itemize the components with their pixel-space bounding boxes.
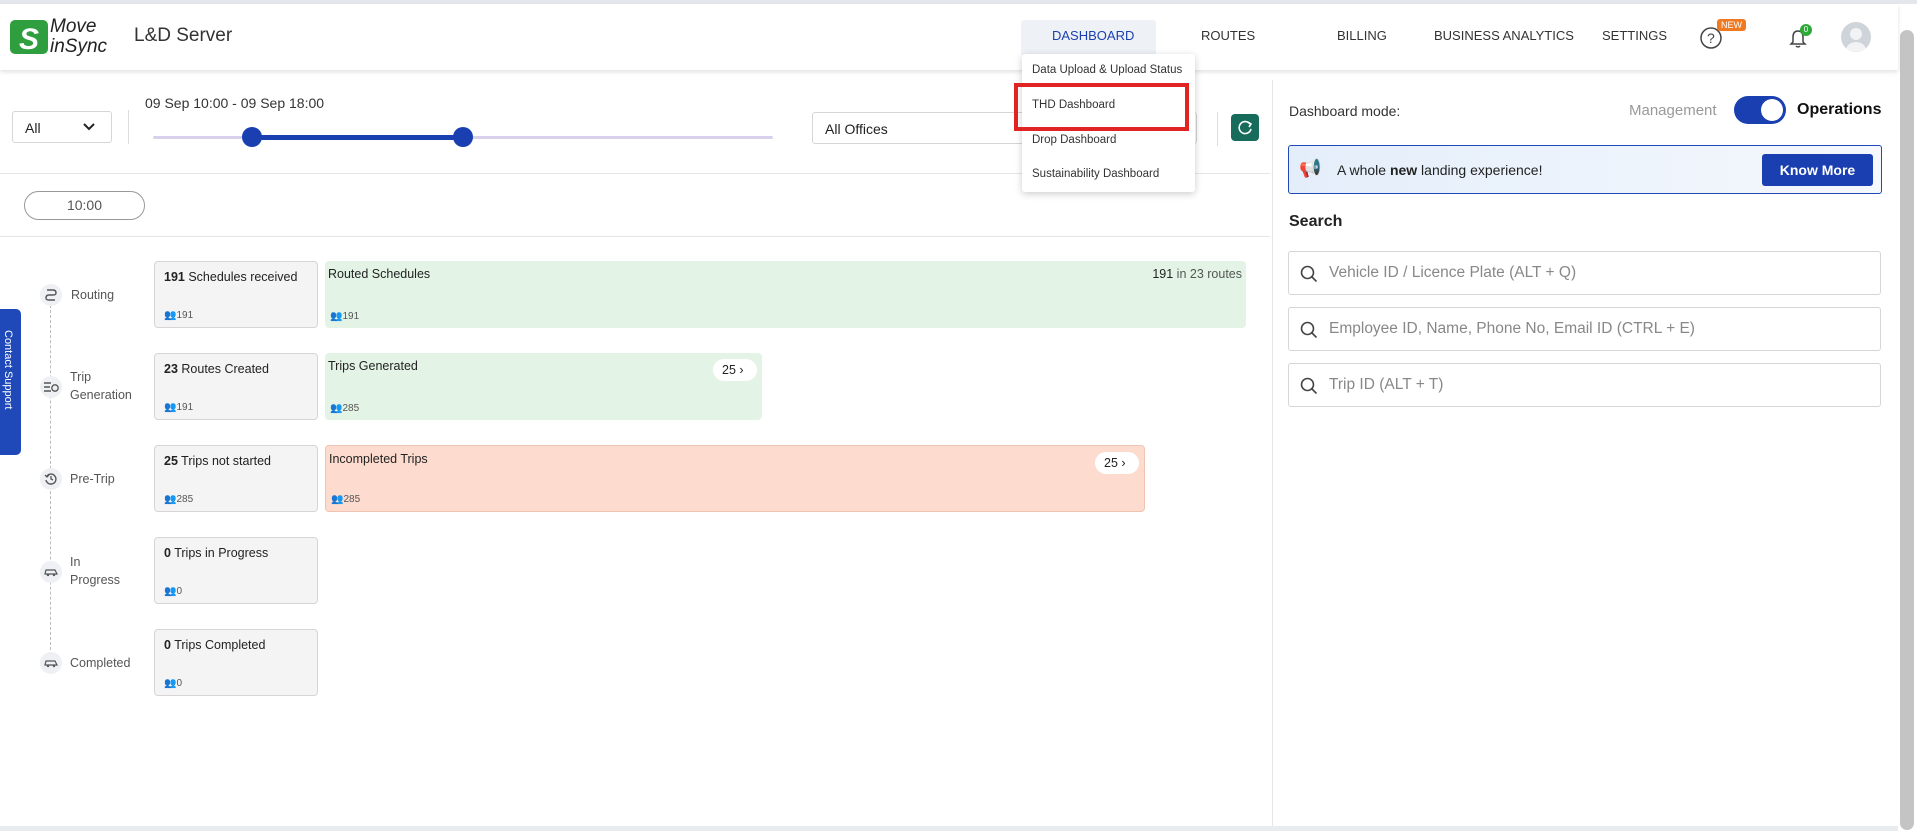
nav-settings[interactable]: SETTINGS [1602, 28, 1667, 43]
card-title: 0 Trips in Progress [164, 546, 269, 560]
routes-summary: 191 in 23 routes [1152, 267, 1242, 281]
card-trips-completed[interactable]: 0 Trips Completed 👥0 [154, 629, 318, 696]
routing-icon [40, 284, 62, 306]
dashboard-mode-toggle[interactable] [1734, 96, 1786, 124]
card-incompleted-trips[interactable]: Incompleted Trips 25 › 👥285 [325, 445, 1145, 512]
stage-label-trip-generation: Trip Generation [70, 370, 132, 402]
card-title: Incompleted Trips [329, 452, 428, 466]
banner-text: A whole new landing experience! [1337, 162, 1543, 178]
page-scrollbar[interactable] [1900, 30, 1914, 830]
card-schedules-received[interactable]: 191 Schedules received 👥191 [154, 261, 318, 328]
card-title: 0 Trips Completed [164, 638, 266, 652]
time-range-label: 09 Sep 10:00 - 09 Sep 18:00 [145, 95, 325, 111]
search-icon [1300, 377, 1318, 395]
highlight-box [1014, 83, 1189, 131]
trip-search-input[interactable] [1329, 373, 1869, 397]
employee-search-input[interactable] [1329, 317, 1869, 341]
dashboard-mode-label: Dashboard mode: [1289, 103, 1401, 119]
card-title: Trips Generated [328, 359, 418, 373]
card-trips-in-progress[interactable]: 0 Trips in Progress 👥0 [154, 537, 318, 604]
card-title: 23 Routes Created [164, 362, 269, 376]
card-trips-not-started[interactable]: 25 Trips not started 👥285 [154, 445, 318, 512]
menu-item-drop-dashboard[interactable]: Drop Dashboard [1032, 134, 1116, 146]
nav-business-analytics[interactable]: BUSINESS ANALYTICS [1434, 28, 1574, 43]
toggle-knob [1761, 99, 1783, 121]
card-count: 👥285 [331, 494, 361, 505]
shift-select-value: All [25, 120, 41, 136]
trip-generation-icon [40, 376, 62, 398]
time-slider-end-handle[interactable] [453, 127, 473, 147]
divider [0, 236, 1270, 237]
search-icon [1300, 265, 1318, 283]
card-count: 👥0 [164, 586, 183, 597]
time-pill[interactable]: 10:00 [24, 191, 145, 220]
card-title: Routed Schedules [328, 267, 431, 281]
card-count: 👥191 [164, 402, 194, 413]
mode-management-label[interactable]: Management [1629, 102, 1717, 119]
menu-item-data-upload[interactable]: Data Upload & Upload Status [1032, 64, 1182, 76]
card-count: 👥285 [330, 403, 360, 414]
incompleted-trips-pill[interactable]: 25 › [1095, 452, 1139, 474]
chevron-right-icon: › [1121, 456, 1126, 470]
moveinsync-logo[interactable]: S Move inSync [10, 16, 110, 58]
card-title: 25 Trips not started [164, 454, 272, 468]
stage-label-pre-trip: Pre-Trip [70, 472, 115, 486]
card-routes-created[interactable]: 23 Routes Created 👥191 [154, 353, 318, 420]
vehicle-search-box[interactable] [1288, 251, 1881, 295]
bottom-strip [0, 826, 1898, 831]
stage-label-in-progress: In Progress [70, 555, 121, 587]
divider [128, 110, 129, 144]
stage-label-routing: Routing [71, 288, 115, 302]
search-title: Search [1289, 213, 1343, 230]
contact-support-label: Contact Support [2, 330, 14, 410]
know-more-button[interactable]: Know More [1762, 154, 1873, 186]
card-title: 191 Schedules received [164, 270, 298, 284]
chevron-right-icon: › [739, 363, 744, 377]
chevron-down-icon [83, 123, 95, 131]
refresh-button[interactable] [1231, 114, 1259, 141]
logo-text-line2: inSync [50, 36, 108, 57]
avatar[interactable] [1841, 22, 1871, 52]
offices-select-value: All Offices [825, 121, 888, 137]
nav-billing[interactable]: BILLING [1337, 28, 1387, 43]
trips-generated-pill[interactable]: 25 › [713, 359, 757, 381]
divider [1217, 112, 1218, 146]
trip-search-box[interactable] [1288, 363, 1881, 407]
search-icon [1300, 321, 1318, 339]
card-routed-schedules[interactable]: Routed Schedules 191 in 23 routes 👥191 [325, 261, 1246, 328]
app-title: L&D Server [134, 25, 233, 46]
nav-routes[interactable]: ROUTES [1201, 28, 1255, 43]
logo-text-line1: Move [50, 16, 97, 37]
in-progress-icon [40, 561, 62, 583]
megaphone-icon: 📢 [1299, 158, 1322, 178]
card-count: 👥191 [164, 310, 194, 321]
card-count: 👥0 [164, 678, 183, 689]
new-badge: NEW [1717, 19, 1746, 31]
shift-select[interactable]: All [12, 111, 112, 143]
menu-item-sustainability-dashboard[interactable]: Sustainability Dashboard [1032, 168, 1159, 180]
card-count: 👥285 [164, 494, 194, 505]
vehicle-search-input[interactable] [1329, 261, 1869, 285]
pre-trip-icon [40, 468, 62, 490]
card-count: 👥191 [330, 311, 360, 322]
card-trips-generated[interactable]: Trips Generated 25 › 👥285 [325, 353, 762, 420]
time-slider-fill [252, 135, 463, 140]
mode-operations-label[interactable]: Operations [1797, 101, 1881, 119]
employee-search-box[interactable] [1288, 307, 1881, 351]
notification-count: 0 [1800, 24, 1812, 36]
nav-dashboard[interactable]: DASHBOARD [1052, 28, 1134, 43]
stage-label-completed: Completed [70, 656, 131, 670]
refresh-icon [1238, 120, 1253, 135]
svg-text:S: S [19, 23, 39, 56]
svg-text:?: ? [1707, 30, 1715, 46]
top-header: S Move inSync L&D Server DASHBOARD ROUTE… [0, 4, 1898, 70]
completed-icon [40, 652, 62, 674]
